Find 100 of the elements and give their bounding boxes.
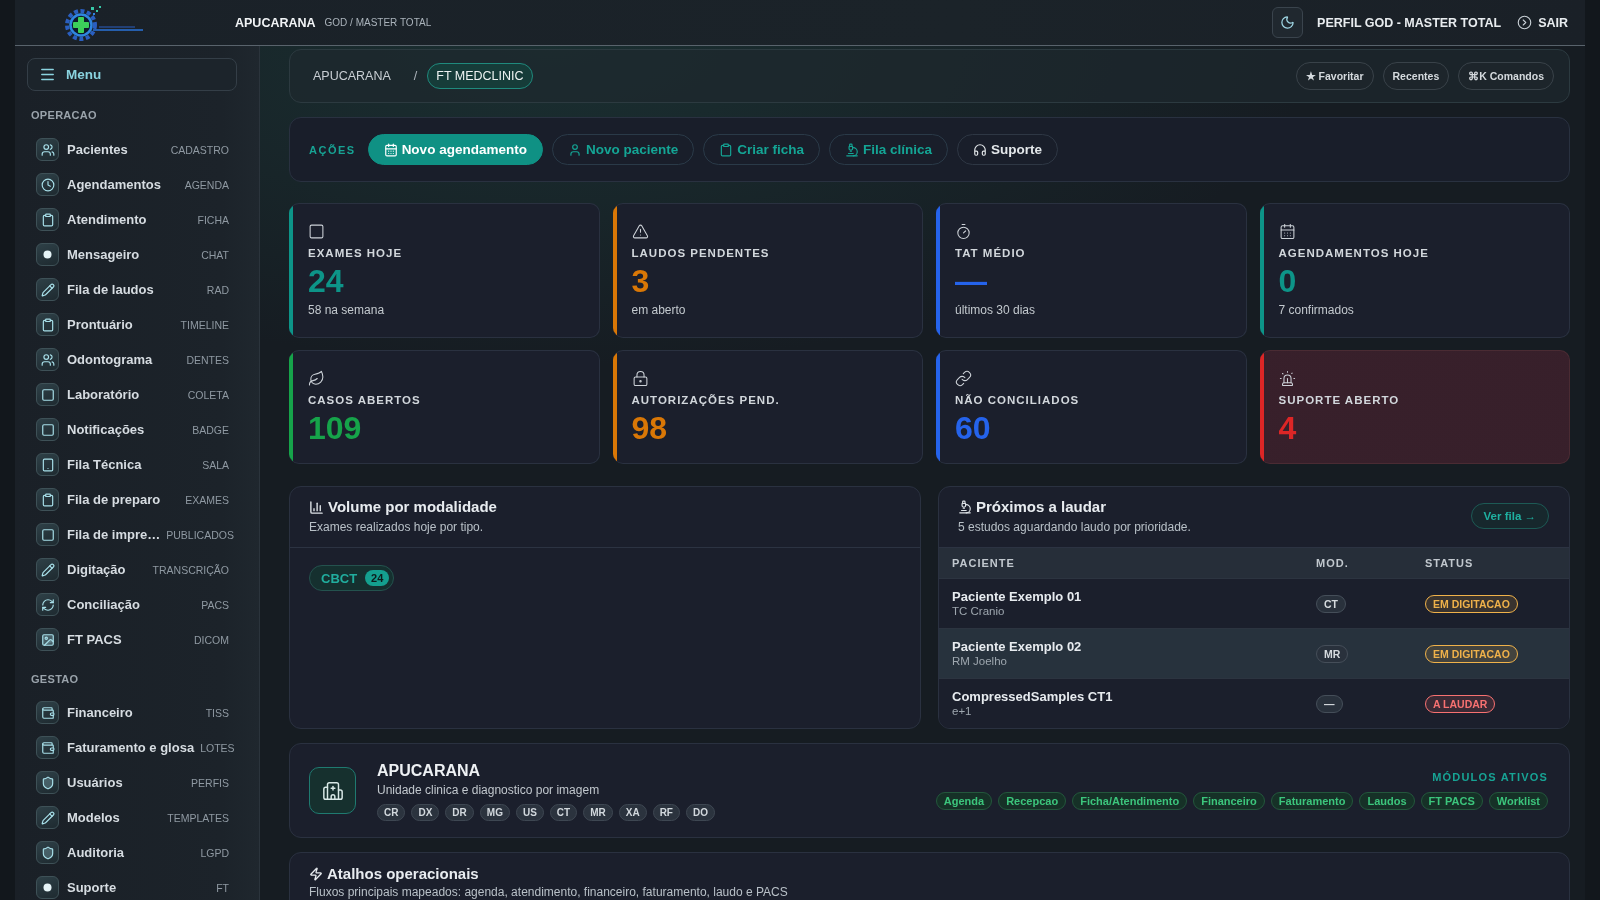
unit-title: APUCARANA (377, 760, 481, 780)
lightning-icon (309, 867, 323, 881)
nav-link[interactable]: Atendimento (67, 212, 147, 227)
nav-link[interactable]: Digitação (67, 562, 126, 577)
warning-icon (631, 223, 649, 240)
breadcrumb-item[interactable]: FT MEDCLINIC (427, 63, 533, 89)
toolbar-button[interactable]: ★ Favoritar (1295, 62, 1374, 90)
clipboard-icon (719, 142, 734, 157)
nav-link[interactable]: Fila de laudos (67, 282, 154, 297)
breadcrumb-item[interactable]: APUCARANA (304, 63, 400, 89)
table-row[interactable]: Paciente Exemplo 02 RM Joelho MR EM DIGITACAO (939, 628, 1569, 678)
moon-icon (1280, 15, 1296, 30)
modality-chip[interactable]: CBCT 24 (309, 565, 395, 591)
nav-tag: PACS (201, 598, 229, 611)
users-icon (36, 348, 59, 371)
nav-link[interactable]: Odontograma (67, 352, 153, 367)
menu-icon (39, 66, 56, 83)
unit-name: APUCARANA (235, 15, 316, 30)
logout-button[interactable]: SAIR (1517, 15, 1568, 30)
patient-name: Paciente Exemplo 01 (952, 589, 1082, 604)
nav-tag: PUBLICADOS (166, 528, 234, 541)
nav-tag: RAD (206, 283, 229, 296)
theme-toggle-button[interactable] (1272, 7, 1304, 38)
stat-value: 24 (308, 264, 344, 298)
panel-subtitle: Fluxos principais mapeados: agenda, atendimento, financeiro, faturamento, laudo e PACS (309, 885, 789, 899)
nav-tag: DICOM (194, 633, 229, 646)
nav-link[interactable]: Suporte (67, 880, 117, 895)
modality-tag: RF (652, 803, 680, 821)
stat-label: TAT MÉDIO (955, 247, 1026, 260)
modality-tag: MR (1316, 644, 1349, 663)
exam-name: TC Cranio (952, 605, 1005, 618)
nav-link[interactable]: Prontuário (67, 317, 133, 332)
nav-link[interactable]: Mensageiro (67, 247, 140, 262)
stat-note: 7 confirmados (1278, 303, 1354, 317)
nav-tag: TISS (205, 706, 229, 719)
nav-tag: CHAT (201, 248, 229, 261)
module-tag: Financeiro (1193, 792, 1265, 810)
table-row[interactable]: CompressedSamples CT1 e+1 — A LAUDAR (939, 678, 1569, 728)
stat-value: 3 (631, 264, 650, 298)
modality-tag: CT (1316, 594, 1346, 613)
shield-icon (36, 771, 59, 794)
stat-note: em aberto (631, 303, 686, 317)
nav-tag: DENTES (186, 353, 229, 366)
stat-label: AUTORIZAÇÕES PEND. (631, 394, 780, 407)
modality-tag: CR (377, 803, 406, 821)
nav-link[interactable]: Modelos (67, 810, 120, 825)
exam-name: RM Joelho (952, 655, 1007, 668)
profile-name: PERFIL GOD - MASTER TOTAL (1317, 15, 1502, 30)
panel-title: Volume por modalidade (328, 498, 497, 516)
nav-link[interactable]: FT PACS (67, 632, 122, 647)
toolbar-button[interactable]: ⌘K Comandos (1458, 62, 1554, 90)
wallet-icon (36, 736, 59, 759)
stat-note: 58 na semana (308, 303, 385, 317)
wallet-icon (36, 701, 59, 724)
nav-link[interactable]: Financeiro (67, 705, 133, 720)
actions-label: AÇÕES (309, 143, 356, 156)
nav-link[interactable]: Usuários (67, 775, 123, 790)
tablet-icon (36, 453, 59, 476)
nav-link[interactable]: Auditoria (67, 845, 125, 860)
panel-subtitle: Exames realizados hoje por tipo. (309, 520, 485, 534)
nav-link[interactable]: Conciliação (67, 597, 140, 612)
stat-value: 0 (1278, 264, 1297, 298)
nav-link[interactable]: Fila de impre… (67, 527, 161, 542)
clock-icon (36, 173, 59, 196)
menu-button[interactable]: Menu (27, 58, 237, 91)
stat-value: 98 (631, 411, 668, 445)
section-heading: OPERACAO (30, 108, 98, 122)
clipboard-icon (36, 313, 59, 336)
toolbar-button[interactable]: Recentes (1382, 62, 1450, 90)
module-tag: Worklist (1488, 792, 1548, 810)
nav-link[interactable]: Notificações (67, 422, 145, 437)
view-queue-button[interactable]: Ver fila → (1470, 503, 1549, 529)
action-button[interactable]: Novo agendamento (367, 134, 543, 165)
module-tag: Faturamento (1270, 792, 1354, 810)
nav-link[interactable]: Faturamento e glosa (67, 740, 195, 755)
nav-tag: AGENDA (184, 178, 229, 191)
nav-tag: TIMELINE (180, 318, 229, 331)
stat-label: EXAMES HOJE (308, 247, 403, 260)
modality-tag: DO (686, 803, 715, 821)
nav-link[interactable]: Fila Técnica (67, 457, 142, 472)
leaf-icon (308, 370, 325, 387)
stat-value: 60 (955, 411, 991, 445)
nav-link[interactable]: Fila de preparo (67, 492, 161, 507)
panel-title: Atalhos operacionais (327, 865, 479, 883)
nav-tag: FICHA (197, 213, 229, 226)
nav-tag: LOTES (200, 741, 235, 754)
nav-tag: TEMPLATES (167, 811, 229, 824)
nav-link[interactable]: Laboratório (67, 387, 140, 402)
nav-link[interactable]: Pacientes (67, 142, 128, 157)
refresh-icon (36, 593, 59, 616)
module-tag: Laudos (1359, 792, 1415, 810)
nav-tag: BADGE (192, 423, 229, 436)
square-icon (308, 223, 325, 240)
panel-title: Próximos a laudar (976, 498, 1107, 516)
nav-tag: CADASTRO (170, 143, 229, 156)
chevron-circle-icon (1517, 15, 1533, 30)
modality-tag: XA (618, 803, 647, 821)
nav-link[interactable]: Agendamentos (67, 177, 161, 192)
headphones-icon (973, 142, 987, 157)
nav-tag: EXAMES (185, 493, 229, 506)
